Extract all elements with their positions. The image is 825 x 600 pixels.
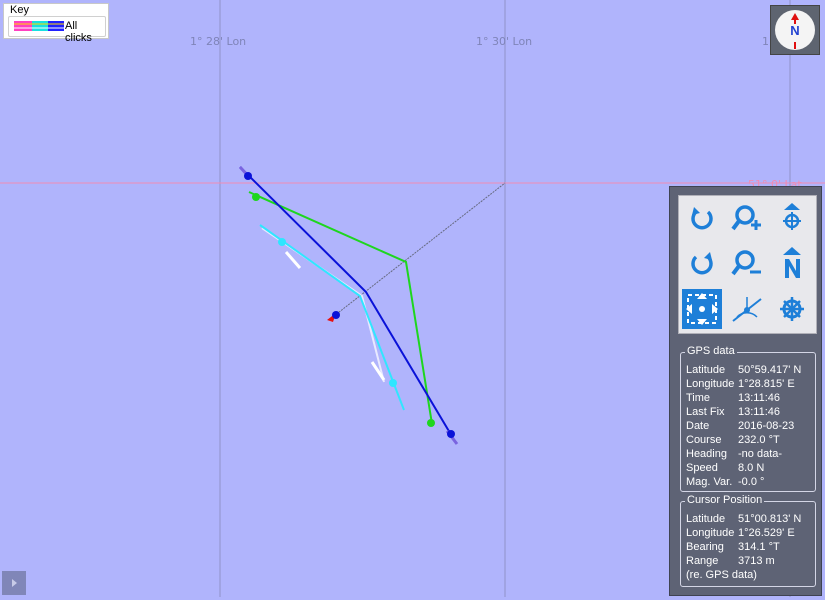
ship-wheel-button[interactable] — [772, 289, 812, 329]
gps-row: Course 232.0 °T — [686, 434, 780, 446]
cursor-position-group: Cursor Position Latitude 51°00.813' N Lon… — [680, 494, 816, 587]
zoom-out-button[interactable] — [727, 244, 767, 284]
lon-label-2: 1° 30' Lon — [476, 35, 532, 48]
north-up-button[interactable] — [772, 244, 812, 284]
cursor-row: Longitude 1°26.529' E — [686, 527, 795, 539]
zoom-in-icon — [731, 205, 761, 231]
gps-row: Last Fix 13:11:46 — [686, 406, 781, 418]
rotate-clockwise-icon — [691, 207, 713, 230]
cursor-position-title: Cursor Position — [685, 494, 765, 506]
cursor-note: (re. GPS data) — [686, 569, 757, 581]
zoom-out-icon — [731, 250, 761, 276]
track-blue-point-1 — [244, 172, 252, 180]
track-green — [248, 191, 433, 425]
track-green-point-1 — [252, 193, 260, 201]
cursor-row: Range 3713 m — [686, 555, 775, 567]
chevron-right-icon — [12, 579, 17, 587]
track-blue-point-2 — [447, 430, 455, 438]
track-cyan-point-2 — [389, 379, 397, 387]
track-cyan-point-1 — [278, 238, 286, 246]
gps-row: Date 2016-08-23 — [686, 420, 795, 432]
gps-row: Speed 8.0 N — [686, 462, 765, 474]
compass-button[interactable]: N — [770, 5, 820, 55]
lon-label-1: 1° 28' Lon — [190, 35, 246, 48]
track-blue — [239, 166, 457, 444]
key-swatch-icon — [14, 21, 64, 31]
gps-data-title: GPS data — [685, 345, 737, 357]
measure-bearing-icon — [732, 297, 762, 322]
side-panel: GPS data Latitude 50°59.417' N Longitude 1… — [669, 186, 822, 596]
rotate-anticlockwise-icon — [691, 252, 713, 275]
key-title: Key — [10, 4, 29, 16]
ship-wheel-icon — [780, 297, 804, 321]
rotate-anticlockwise-button[interactable] — [682, 244, 722, 284]
compass-label: N — [790, 23, 800, 38]
measure-bearing-button[interactable] — [727, 289, 767, 329]
track-green-point-2 — [427, 419, 435, 427]
gps-row: Mag. Var. -0.0 ° — [686, 476, 765, 488]
boat-up-icon — [783, 203, 801, 230]
track-white-dash-1 — [284, 251, 302, 269]
fit-view-button[interactable] — [682, 289, 722, 329]
track-white — [261, 227, 385, 383]
fit-view-icon — [686, 293, 718, 325]
compass-disc: N — [775, 10, 815, 50]
expand-panel-button[interactable] — [2, 571, 26, 595]
gps-data-group: GPS data Latitude 50°59.417' N Longitude 1… — [680, 345, 816, 492]
zoom-in-button[interactable] — [727, 199, 767, 239]
gps-row: Longitude 1°28.815' E — [686, 378, 795, 390]
north-up-icon — [783, 247, 801, 278]
map-key: Key All clicks — [3, 3, 109, 44]
cursor-row: Latitude 51°00.813' N — [686, 513, 802, 525]
key-entry: All clicks — [8, 16, 106, 44]
rotate-clockwise-button[interactable] — [682, 199, 722, 239]
boat-up-button[interactable] — [772, 199, 812, 239]
cursor-row: Bearing 314.1 °T — [686, 541, 780, 553]
gps-row: Latitude 50°59.417' N — [686, 364, 802, 376]
key-label: All clicks — [65, 20, 92, 44]
tool-grid — [678, 195, 817, 334]
gps-row: Time 13:11:46 — [686, 392, 781, 404]
boat-position-marker — [332, 311, 340, 319]
gps-row: Heading -no data- — [686, 448, 783, 460]
